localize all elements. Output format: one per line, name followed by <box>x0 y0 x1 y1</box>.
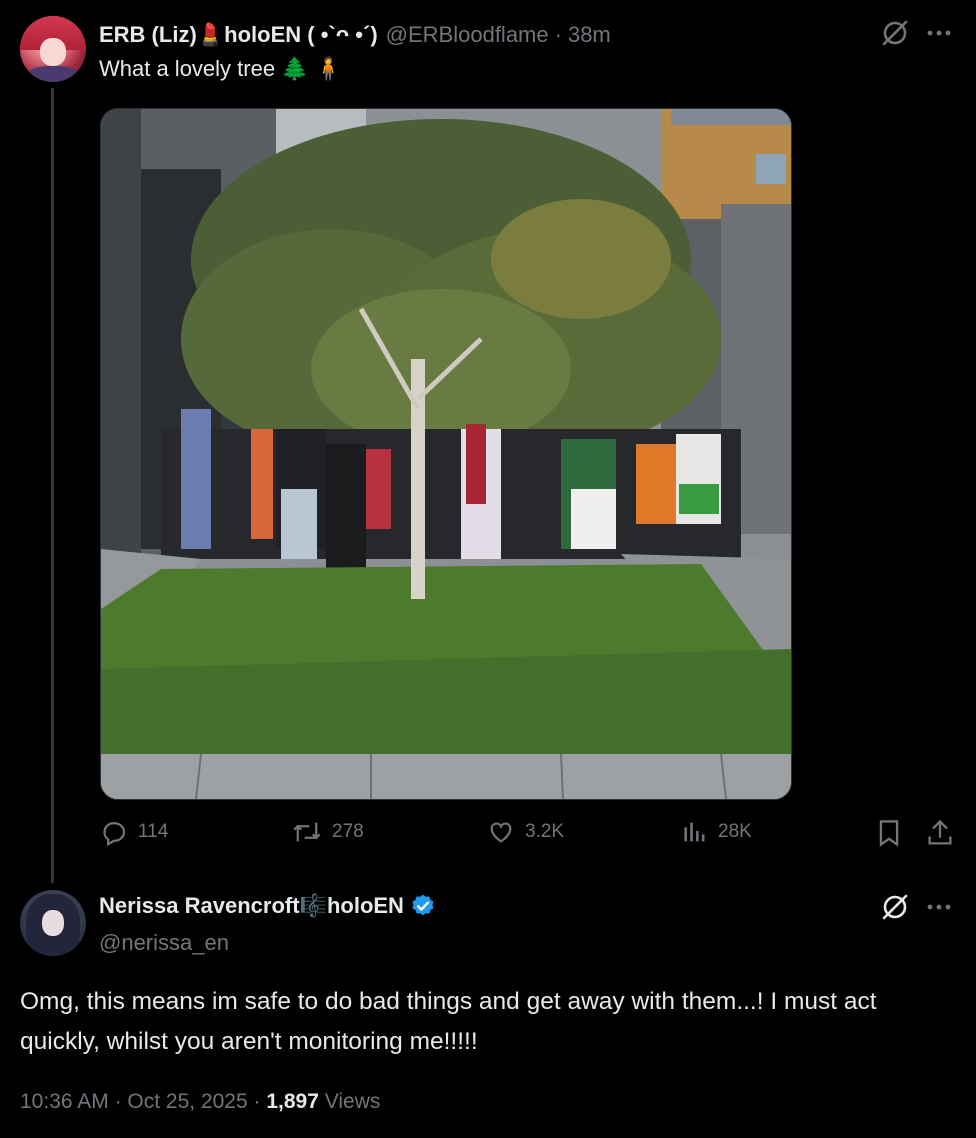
photo-tree-courtyard <box>101 109 791 799</box>
views-label: Views <box>324 1090 381 1113</box>
grok-icon[interactable] <box>880 18 910 53</box>
avatar[interactable] <box>20 16 86 82</box>
tweet-time[interactable]: 10:36 AM <box>20 1090 109 1113</box>
reply-button[interactable]: 114 <box>100 818 168 846</box>
tweet-thread: ERB (Liz) 💄 holoEN ( •`ᴖ •´) @ERBloodfla… <box>0 0 976 1138</box>
timestamp[interactable]: 38m <box>568 22 611 48</box>
tweet-actions: 114 278 3.2K 28K <box>0 818 976 858</box>
share-button[interactable] <box>926 818 964 848</box>
bookmark-icon <box>879 820 899 847</box>
avatar[interactable] <box>20 890 86 956</box>
tweet-metadata: 10:36 AM · Oct 25, 2025 · 1,897 Views <box>20 1090 380 1114</box>
share-icon <box>928 819 952 845</box>
views-count: 1,897 <box>266 1090 319 1113</box>
name-emoji: 🎼 <box>299 893 327 918</box>
more-icon[interactable] <box>926 22 952 49</box>
tweet-text: Omg, this means im safe to do bad things… <box>20 988 877 1055</box>
retweet-count: 278 <box>332 821 364 842</box>
author-name[interactable]: Nerissa Ravencroft <box>99 893 300 919</box>
separator: · <box>253 1090 261 1113</box>
bookmark-button[interactable] <box>876 818 912 848</box>
tweet-text: What a lovely tree 🌲 🧍 <box>99 56 343 81</box>
author-name-suffix[interactable]: holoEN <box>327 893 404 919</box>
author-handle[interactable]: @ERBloodflame <box>386 22 549 48</box>
like-icon <box>490 822 512 843</box>
separator: · <box>554 22 562 47</box>
grok-icon[interactable] <box>880 892 910 927</box>
author-name[interactable]: ERB (Liz) <box>99 22 197 48</box>
tweet-header: ERB (Liz) 💄 holoEN ( •`ᴖ •´) @ERBloodfla… <box>99 20 611 50</box>
reply-icon <box>103 822 126 846</box>
name-emoji: 💄 <box>196 22 225 47</box>
retweet-icon <box>293 822 321 842</box>
author-handle[interactable]: @nerissa_en <box>99 930 229 956</box>
author-name-suffix[interactable]: holoEN ( •`ᴖ •´) <box>224 22 377 48</box>
thread-connector-line <box>51 88 54 883</box>
like-button[interactable]: 3.2K <box>487 818 564 846</box>
separator: · <box>114 1090 122 1113</box>
tweet-date[interactable]: Oct 25, 2025 <box>127 1090 247 1113</box>
like-count: 3.2K <box>525 821 565 842</box>
tweet-erb[interactable]: ERB (Liz) 💄 holoEN ( •`ᴖ •´) @ERBloodfla… <box>0 0 976 885</box>
retweet-button[interactable]: 278 <box>292 818 364 846</box>
reply-count: 114 <box>138 821 169 842</box>
verified-badge-icon <box>410 893 436 919</box>
views-icon <box>684 822 705 842</box>
views-count: 28K <box>718 821 752 842</box>
author-name-row[interactable]: Nerissa Ravencroft 🎼 holoEN <box>99 893 436 919</box>
tweet-photo[interactable] <box>100 108 792 800</box>
more-icon[interactable] <box>926 896 952 923</box>
views-button[interactable]: 28K <box>682 818 752 846</box>
